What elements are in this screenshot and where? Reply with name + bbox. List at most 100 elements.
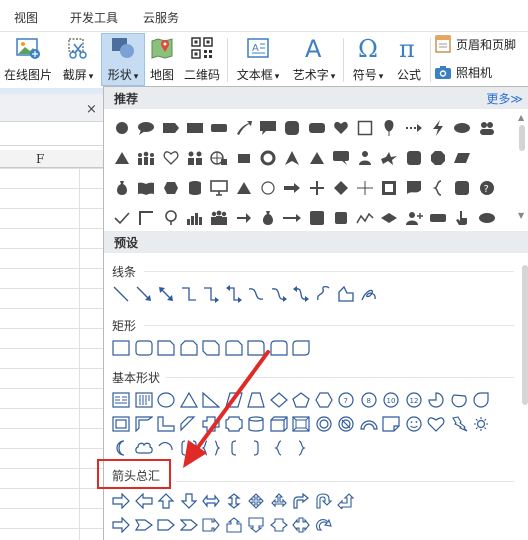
wordart-button[interactable]: A 艺术字 ▾ [288,34,340,86]
shape-dashed-arrow-icon[interactable] [402,113,426,143]
line-icon[interactable] [110,283,133,305]
formula-button[interactable]: π 公式 [392,34,426,86]
shape-book-icon[interactable] [134,173,158,203]
shape-team-icon[interactable] [207,203,231,233]
shape-triangle-icon[interactable] [110,143,134,173]
lightning-bolt-icon[interactable] [448,413,471,435]
plaque-icon[interactable] [223,413,246,435]
menu-cloud[interactable]: 云服务 [143,9,179,26]
map-button[interactable]: 地图 [147,34,177,86]
scroll-thumb[interactable] [519,125,525,151]
donut-icon[interactable] [313,413,336,435]
quad-callout-arrow-icon[interactable] [290,514,313,536]
shape-zigzag-icon[interactable] [353,203,377,233]
heptagon-icon[interactable]: 7 [335,389,358,411]
quad-arrow-icon[interactable] [245,490,268,512]
parallelogram-shape-icon[interactable] [223,389,246,411]
bent-arrow-icon[interactable] [290,490,313,512]
sun-icon[interactable] [470,413,493,435]
shape-cross-line-icon[interactable] [353,173,377,203]
snip-diagonal-rect-icon[interactable] [200,337,223,359]
teardrop-icon[interactable] [470,389,493,411]
shape-square-outline-icon[interactable] [353,113,377,143]
shape-rounded-square4-icon[interactable] [304,203,328,233]
diamond-shape-icon[interactable] [268,389,291,411]
shape-arrow-right-icon[interactable] [280,173,304,203]
textbox-button[interactable]: A 文本框 ▾ [232,34,284,86]
block-arc-icon[interactable] [358,413,381,435]
shape-rounded-rect-icon[interactable] [304,113,328,143]
shape-checkmark-icon[interactable] [110,203,134,233]
header-footer-button[interactable]: 页眉和页脚 [434,34,516,54]
up-callout-arrow-icon[interactable] [223,514,246,536]
shape-rounded-square-icon[interactable] [280,113,304,143]
shape-flat-diamond-icon[interactable] [377,203,401,233]
shape-rounded-square3-icon[interactable] [450,173,474,203]
shape-brace-icon[interactable] [426,173,450,203]
circular-arrow-icon[interactable] [313,514,336,536]
l-shape-icon[interactable] [155,413,178,435]
folded-corner-icon[interactable] [380,413,403,435]
left-right-arrow-icon[interactable] [200,490,223,512]
shape-diamond-icon[interactable] [329,173,353,203]
heart-shape-icon[interactable] [425,413,448,435]
curved-double-arrow-icon[interactable] [290,283,313,305]
shape-speech-oval-icon[interactable] [134,113,158,143]
notched-arrow-icon[interactable] [133,514,156,536]
scroll-down-icon[interactable]: ▼ [518,211,524,220]
shape-hexagon-icon[interactable] [159,173,183,203]
down-callout-arrow-icon[interactable] [245,514,268,536]
shape-frame-icon[interactable] [377,173,401,203]
moon-icon[interactable] [110,437,133,459]
bevel-icon[interactable] [290,413,313,435]
symbol-button[interactable]: Ω 符号 ▾ [348,34,388,86]
freeform-icon[interactable] [335,283,358,305]
double-bracket-icon[interactable] [178,437,201,459]
elbow-double-arrow-icon[interactable] [223,283,246,305]
dodecagon-icon[interactable]: 12 [403,389,426,411]
diagonal-stripe-icon[interactable] [178,413,201,435]
camera-button[interactable]: 照相机 [434,62,492,82]
snip-same-side-rect-icon[interactable] [178,337,201,359]
shape-circle-outline-icon[interactable] [256,173,280,203]
rounded-rect-icon[interactable] [133,337,156,359]
round-corner-rect-icon[interactable] [245,337,268,359]
shape-bird-icon[interactable] [377,143,401,173]
frame-shape-icon[interactable] [110,413,133,435]
pentagon-arrow-icon[interactable] [155,514,178,536]
u-turn-arrow-icon[interactable] [313,490,336,512]
decagon-icon[interactable]: 10 [380,389,403,411]
shape-person-icon[interactable] [353,143,377,173]
left-right-up-arrow-icon[interactable] [268,490,291,512]
shape-rect-small-icon[interactable] [231,143,255,173]
left-brace-icon[interactable] [268,437,291,459]
shape-corner-icon[interactable] [134,203,158,233]
left-arrow-icon[interactable] [133,490,156,512]
round-diagonal-rect-icon[interactable] [290,337,313,359]
shape-ellipse-icon[interactable] [450,113,474,143]
shape-document-icon[interactable] [402,173,426,203]
shape-callout-rect-icon[interactable] [256,113,280,143]
right-brace-icon[interactable] [290,437,313,459]
rect-icon[interactable] [110,337,133,359]
shape-money-icon[interactable] [256,203,280,233]
left-right-callout-arrow-icon[interactable] [268,514,291,536]
striped-right-arrow-icon[interactable] [110,514,133,536]
elbow-arrow-icon[interactable] [200,283,223,305]
shape-globe-icon[interactable] [207,143,231,173]
no-symbol-icon[interactable] [335,413,358,435]
shape-parallelogram-icon[interactable] [450,143,474,173]
shape-flat-rect-icon[interactable] [426,203,450,233]
oval-shape-icon[interactable] [155,389,178,411]
half-frame-icon[interactable] [133,413,156,435]
cross-shape-icon[interactable] [200,413,223,435]
line-arrow-icon[interactable] [133,283,156,305]
shape-add-user-icon[interactable] [402,203,426,233]
trapezoid-icon[interactable] [245,389,268,411]
up-arrow-icon[interactable] [155,490,178,512]
shape-square-small-icon[interactable] [329,203,353,233]
shape-hand-icon[interactable] [450,203,474,233]
shape-question-icon[interactable]: ? [474,173,498,203]
shape-rounded-square2-icon[interactable] [402,143,426,173]
snip-round-rect-icon[interactable] [223,337,246,359]
